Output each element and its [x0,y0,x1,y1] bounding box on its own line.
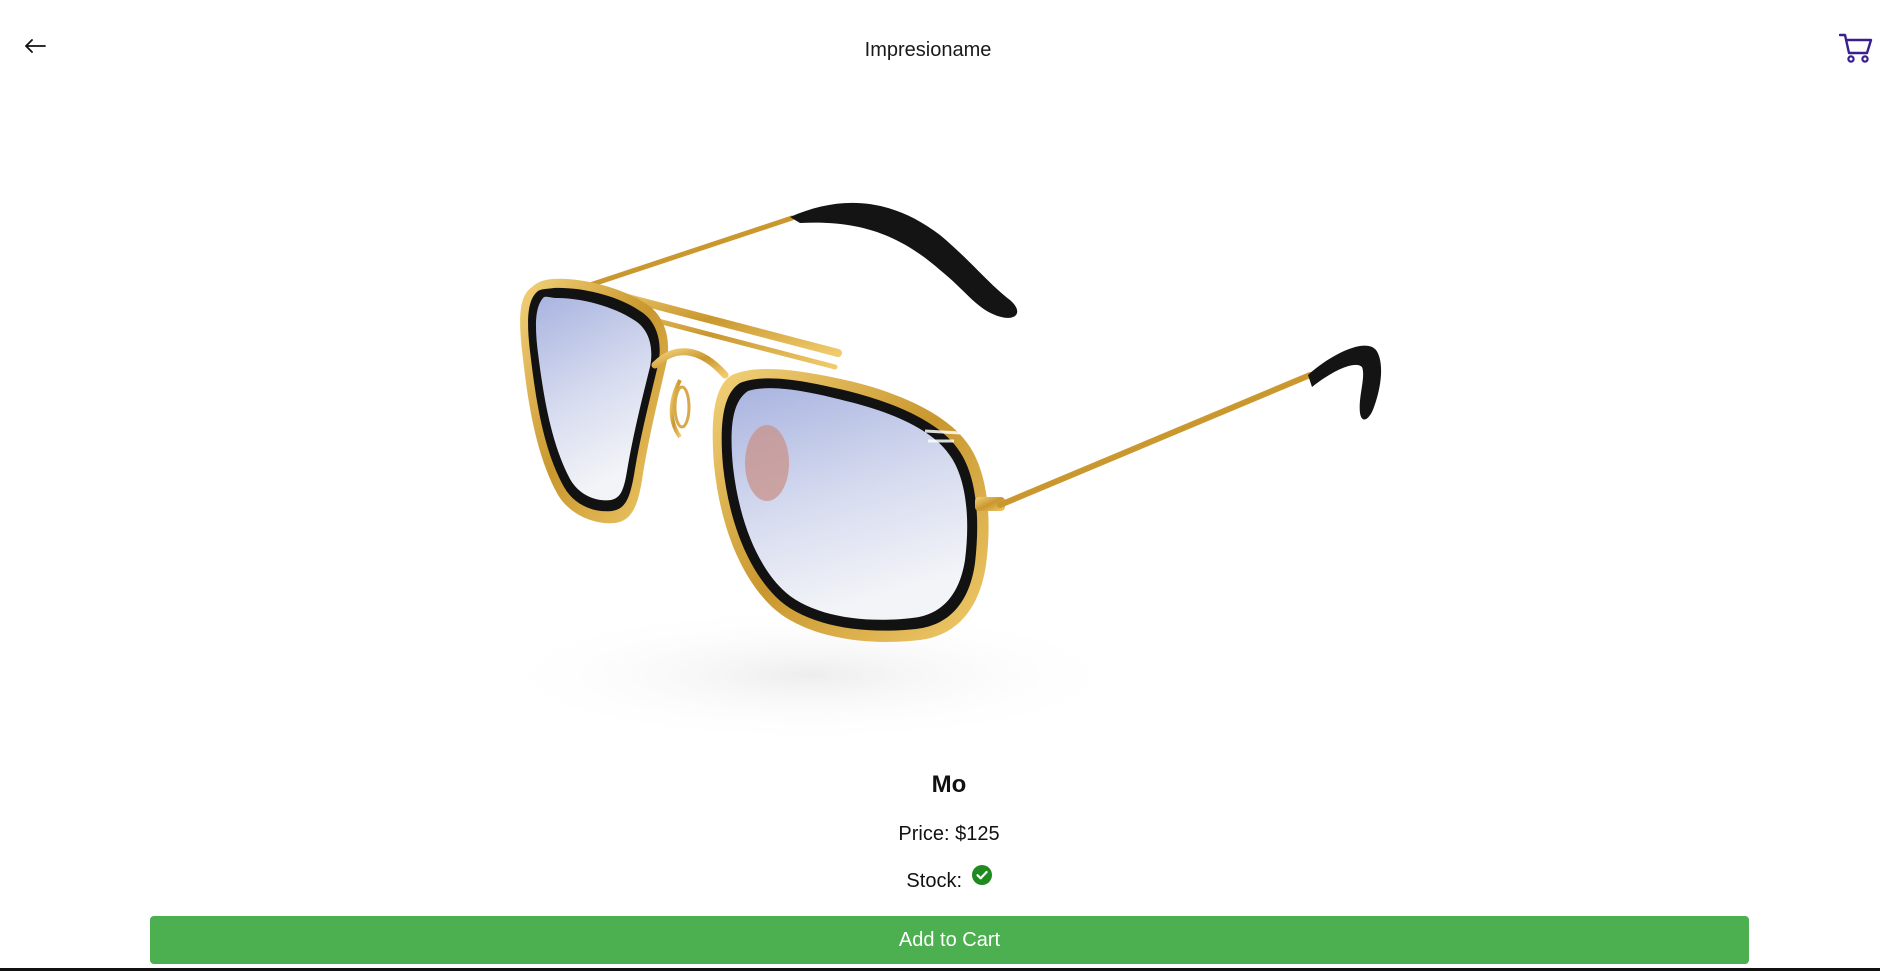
product-name: Mo [931,771,967,798]
shopping-cart-icon [1838,32,1873,69]
product-detail-page: Impresioname Mo Price: $125 Stock: Add t… [0,0,1880,971]
price-label: Price: [898,823,950,845]
price-value: $125 [955,823,1000,845]
check-circle-icon [971,865,992,885]
stock-row: Stock: [0,865,1880,894]
add-to-cart-button[interactable]: Add to Cart [150,916,1749,964]
product-image [480,202,1382,745]
cart-button[interactable] [1836,30,1876,70]
top-bar: Impresioname [0,0,1880,100]
price-row: Price: $125 [0,821,1880,847]
page-title: Impresioname [864,39,992,61]
stock-label: Stock: [906,870,962,892]
